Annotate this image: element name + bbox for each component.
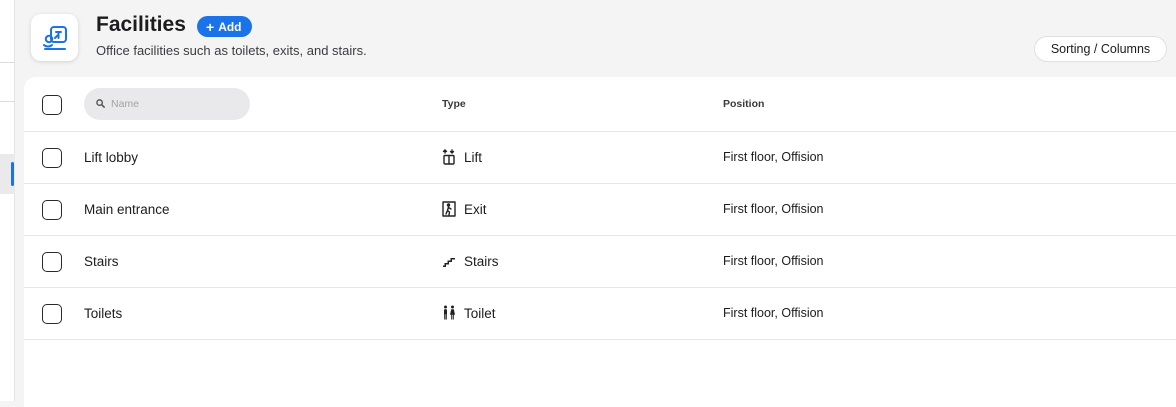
plus-icon: + xyxy=(206,18,215,35)
type-label: Exit xyxy=(464,201,487,217)
facility-position: First floor, Offision xyxy=(723,202,824,216)
toilet-icon xyxy=(444,305,455,320)
column-header-type[interactable]: Type xyxy=(442,98,466,110)
exit-icon xyxy=(442,201,456,217)
facilities-map-icon xyxy=(31,14,78,61)
add-button-label: Add xyxy=(218,19,242,34)
table-row[interactable]: Stairs Stairs First floor, Offision xyxy=(24,236,1176,288)
table-header: Type Position xyxy=(24,77,1176,132)
row-checkbox[interactable] xyxy=(42,200,62,220)
search-icon xyxy=(96,99,105,108)
facility-type: Lift xyxy=(442,149,482,165)
row-checkbox[interactable] xyxy=(42,148,62,168)
facility-type: Stairs xyxy=(442,253,499,269)
facilities-table: Type Position Lift lobby Lift First floo… xyxy=(24,77,1176,407)
row-checkbox[interactable] xyxy=(42,252,62,272)
facility-name: Stairs xyxy=(84,254,119,269)
left-sidebar xyxy=(0,0,15,401)
facility-position: First floor, Offision xyxy=(723,306,824,320)
facility-position: First floor, Offision xyxy=(723,254,824,268)
page-subtitle: Office facilities such as toilets, exits… xyxy=(96,43,367,58)
table-row[interactable]: Lift lobby Lift First floor, Offision xyxy=(24,132,1176,184)
selection-indicator xyxy=(11,162,14,186)
facility-position: First floor, Offision xyxy=(723,150,824,164)
type-label: Toilet xyxy=(464,305,496,321)
select-all-checkbox[interactable] xyxy=(42,95,62,115)
facility-name: Lift lobby xyxy=(84,150,139,165)
sidebar-divider xyxy=(0,62,15,63)
facility-name: Main entrance xyxy=(84,202,170,217)
sidebar-divider xyxy=(0,101,15,102)
lift-icon xyxy=(442,149,455,165)
page-title: Facilities xyxy=(96,13,186,36)
name-search-input[interactable] xyxy=(84,88,250,120)
facility-type: Exit xyxy=(442,201,487,217)
table-row[interactable]: Toilets Toilet First floor, Offision xyxy=(24,288,1176,340)
type-label: Stairs xyxy=(464,253,499,269)
sidebar-selected-item[interactable] xyxy=(0,154,15,194)
row-checkbox[interactable] xyxy=(42,304,62,324)
table-row[interactable]: Main entrance Exit First floor, Offision xyxy=(24,184,1176,236)
stairs-icon xyxy=(443,258,455,267)
facility-type: Toilet xyxy=(442,305,496,321)
type-label: Lift xyxy=(464,149,483,165)
sorting-columns-button[interactable]: Sorting / Columns xyxy=(1034,36,1167,62)
facility-name: Toilets xyxy=(84,306,123,321)
column-header-position[interactable]: Position xyxy=(723,98,764,110)
add-button[interactable]: + Add xyxy=(197,16,252,37)
